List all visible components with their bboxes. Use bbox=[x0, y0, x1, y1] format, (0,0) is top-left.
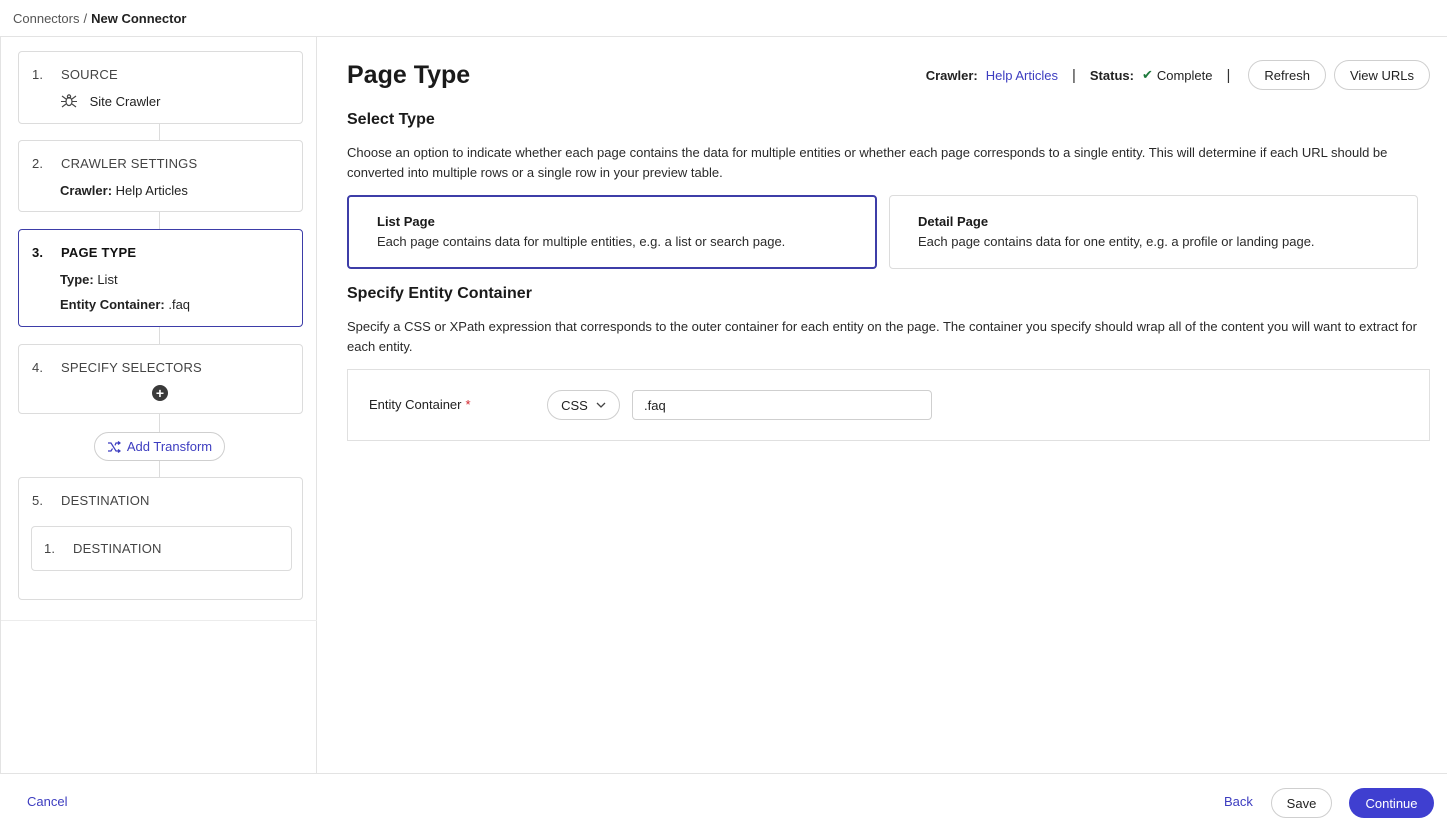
step-number: 1. bbox=[32, 67, 44, 82]
selector-type-value: CSS bbox=[561, 397, 588, 413]
add-transform-button[interactable]: Add Transform bbox=[94, 432, 225, 461]
sub-step-title: DESTINATION bbox=[73, 541, 162, 556]
entity-container-form: Entity Container * CSS bbox=[347, 369, 1430, 441]
crawler-value: Help Articles bbox=[112, 183, 188, 198]
step-title: PAGE TYPE bbox=[61, 245, 137, 260]
crawler-status-label: Crawler: bbox=[925, 67, 978, 83]
detail-page-title: Detail Page bbox=[918, 214, 989, 229]
breadcrumb-separator: / bbox=[83, 10, 88, 26]
detail-page-description: Each page contains data for one entity, … bbox=[918, 234, 1315, 249]
list-page-option[interactable]: List Page Each page contains data for mu… bbox=[347, 195, 877, 269]
list-page-description: Each page contains data for multiple ent… bbox=[377, 234, 786, 249]
step-source[interactable]: 1. SOURCE Site Crawler bbox=[18, 51, 303, 124]
step-number: 3. bbox=[32, 245, 44, 260]
refresh-button[interactable]: Refresh bbox=[1248, 60, 1326, 90]
cancel-button[interactable]: Cancel bbox=[27, 794, 67, 809]
breadcrumb: Connectors / New Connector bbox=[0, 0, 1447, 37]
page-title: Page Type bbox=[347, 61, 471, 89]
sub-step-number: 1. bbox=[44, 541, 56, 556]
breadcrumb-connectors[interactable]: Connectors bbox=[13, 11, 79, 26]
step-connector bbox=[159, 327, 160, 344]
divider: | bbox=[1071, 66, 1076, 84]
step-number: 5. bbox=[32, 493, 44, 508]
save-button[interactable]: Save bbox=[1271, 788, 1332, 818]
steps-sidebar: 1. SOURCE Site Crawler 2. CRAWLER SETTIN… bbox=[0, 37, 317, 773]
select-type-title: Select Type bbox=[347, 111, 435, 128]
step-number: 4. bbox=[32, 360, 44, 375]
entity-container-field-label: Entity Container bbox=[369, 397, 462, 412]
selector-type-select[interactable]: CSS bbox=[547, 390, 620, 420]
step-connector bbox=[159, 414, 160, 432]
source-value: Site Crawler bbox=[89, 94, 161, 109]
status-label: Status: bbox=[1089, 67, 1134, 83]
divider: | bbox=[1226, 66, 1231, 84]
step-connector bbox=[159, 124, 160, 140]
chevron-down-icon bbox=[596, 402, 606, 408]
step-connector bbox=[159, 461, 160, 477]
add-transform-label: Add Transform bbox=[126, 439, 213, 454]
crawler-link[interactable]: Help Articles bbox=[986, 68, 1058, 83]
crawler-label: Crawler: bbox=[60, 183, 113, 198]
required-marker: * bbox=[465, 397, 471, 412]
entity-container-title: Specify Entity Container bbox=[347, 285, 532, 302]
entity-container-label: Entity Container: bbox=[60, 297, 165, 312]
main-panel: Page Type Crawler: Help Articles | Statu… bbox=[318, 37, 1447, 773]
step-connector bbox=[159, 212, 160, 229]
step-title: DESTINATION bbox=[61, 493, 150, 508]
add-selector-icon[interactable]: + bbox=[152, 385, 168, 401]
step-page-type[interactable]: 3. PAGE TYPE Type: List Entity Container… bbox=[18, 229, 303, 327]
type-value: List bbox=[93, 272, 118, 287]
crawler-status-bar: Crawler: Help Articles | Status: ✔ Compl… bbox=[926, 60, 1430, 90]
continue-button[interactable]: Continue bbox=[1349, 788, 1434, 818]
sub-step-destination[interactable]: 1. DESTINATION bbox=[31, 526, 292, 571]
step-title: SOURCE bbox=[61, 67, 118, 82]
type-label: Type: bbox=[60, 272, 94, 287]
select-type-description: Choose an option to indicate whether eac… bbox=[347, 145, 1388, 180]
step-destination[interactable]: 5. DESTINATION 1. DESTINATION bbox=[18, 477, 303, 600]
spider-icon bbox=[61, 94, 77, 108]
entity-container-value: .faq bbox=[164, 297, 191, 312]
shuffle-icon bbox=[107, 440, 121, 453]
detail-page-option[interactable]: Detail Page Each page contains data for … bbox=[889, 195, 1418, 269]
step-crawler-settings[interactable]: 2. CRAWLER SETTINGS Crawler: Help Articl… bbox=[18, 140, 303, 212]
step-title: SPECIFY SELECTORS bbox=[61, 360, 202, 375]
breadcrumb-current: New Connector bbox=[91, 10, 187, 26]
step-title: CRAWLER SETTINGS bbox=[61, 156, 198, 171]
back-button[interactable]: Back bbox=[1224, 794, 1253, 809]
entity-container-description: Specify a CSS or XPath expression that c… bbox=[347, 319, 1417, 354]
entity-container-input[interactable] bbox=[632, 390, 932, 420]
view-urls-button[interactable]: View URLs bbox=[1333, 60, 1430, 90]
status-value: Complete bbox=[1156, 67, 1213, 83]
step-number: 2. bbox=[32, 156, 44, 171]
step-specify-selectors[interactable]: 4. SPECIFY SELECTORS + bbox=[18, 344, 303, 414]
sidebar-empty-area bbox=[1, 620, 317, 773]
list-page-title: List Page bbox=[377, 214, 435, 229]
check-icon: ✔ bbox=[1141, 67, 1153, 82]
footer-bar: Cancel Back Save Continue bbox=[0, 773, 1447, 828]
